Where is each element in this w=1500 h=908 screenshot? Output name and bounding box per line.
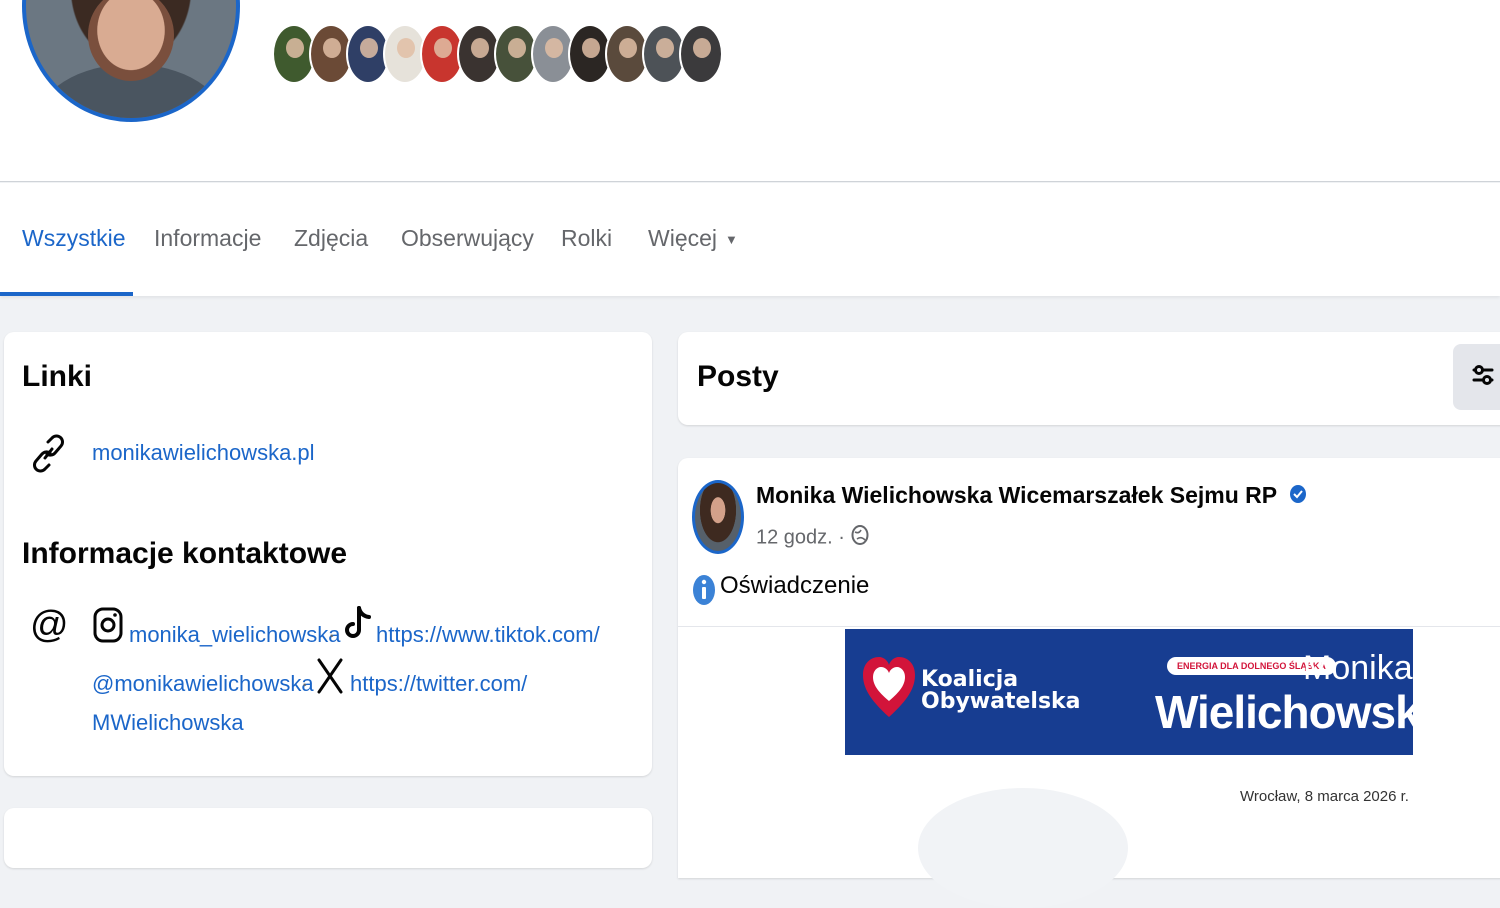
verified-badge-icon — [1289, 483, 1307, 510]
tab-photos[interactable]: Zdjęcia — [294, 225, 368, 252]
website-link[interactable]: monikawielichowska.pl — [92, 440, 315, 466]
posts-header-card: Posty — [678, 332, 1500, 425]
tiktok-link[interactable]: https://www.tiktok.com/ — [376, 622, 600, 648]
at-sign-icon: @ — [30, 604, 69, 646]
author-avatar[interactable] — [692, 480, 744, 554]
link-icon — [30, 432, 66, 479]
instagram-link[interactable]: monika_wielichowska — [129, 622, 341, 648]
tab-more-label: Więcej — [648, 225, 718, 251]
links-title: Linki — [22, 360, 93, 393]
posts-title: Posty — [697, 360, 779, 393]
info-icon — [692, 573, 716, 612]
profile-photo[interactable] — [22, 0, 240, 122]
heart-logo-icon — [861, 653, 917, 728]
meta-separator: · — [838, 526, 845, 549]
document-watermark — [918, 788, 1128, 908]
contact-info-title: Informacje kontaktowe — [22, 537, 348, 570]
caret-down-icon: ▼ — [725, 232, 738, 248]
profile-header — [0, 0, 1500, 182]
tab-about[interactable]: Informacje — [154, 225, 261, 252]
banner-first-name: Monika — [1303, 649, 1413, 687]
twitter-link[interactable]: https://twitter.com/ — [350, 671, 527, 697]
links-card: Linki monikawielichowska.pl Informacje k… — [4, 332, 652, 776]
next-card — [4, 808, 652, 868]
filter-sliders-icon — [1470, 362, 1496, 393]
filter-button[interactable] — [1453, 344, 1500, 410]
active-tab-indicator — [0, 292, 133, 296]
tiktok-icon — [342, 602, 374, 649]
tab-all[interactable]: Wszystkie — [22, 225, 126, 252]
tab-reels[interactable]: Rolki — [561, 225, 612, 252]
party-name: Koalicja Obywatelska — [921, 669, 1081, 713]
tab-followers[interactable]: Obserwujący — [401, 225, 534, 252]
instagram-icon — [92, 604, 124, 651]
post-meta: 12 godz. · — [756, 524, 869, 552]
twitter-link-handle[interactable]: MWielichowska — [92, 710, 244, 736]
separator-dot: · — [301, 671, 309, 696]
document-date: Wrocław, 8 marca 2026 r. — [1240, 788, 1409, 805]
separator-dot: · — [328, 622, 336, 647]
tiktok-link-handle[interactable]: @monikawielichowska — [92, 671, 314, 697]
post-author-name: Monika Wielichowska Wicemarszałek Sejmu … — [756, 482, 1277, 508]
friends-avatars-row — [272, 24, 723, 88]
post-time[interactable]: 12 godz. — [756, 526, 833, 548]
post-divider — [678, 626, 1500, 627]
post-text: Oświadczenie — [720, 572, 870, 599]
post-banner-image[interactable]: Koalicja Obywatelska ENERGIA DLA DOLNEGO… — [845, 629, 1413, 755]
post-card: Monika Wielichowska Wicemarszałek Sejmu … — [678, 458, 1500, 908]
x-twitter-icon — [316, 656, 344, 701]
globe-icon — [851, 524, 869, 552]
header-divider — [0, 181, 1500, 182]
party-name-line2: Obywatelska — [921, 689, 1081, 714]
friend-avatar[interactable] — [679, 24, 723, 84]
party-name-line1: Koalicja — [921, 667, 1019, 692]
profile-tabs: Wszystkie Informacje Zdjęcia Obserwujący… — [0, 183, 1500, 296]
tab-more[interactable]: Więcej ▼ — [648, 225, 738, 252]
banner-last-name: Wielichowska — [1155, 686, 1413, 738]
post-author[interactable]: Monika Wielichowska Wicemarszałek Sejmu … — [756, 482, 1307, 510]
